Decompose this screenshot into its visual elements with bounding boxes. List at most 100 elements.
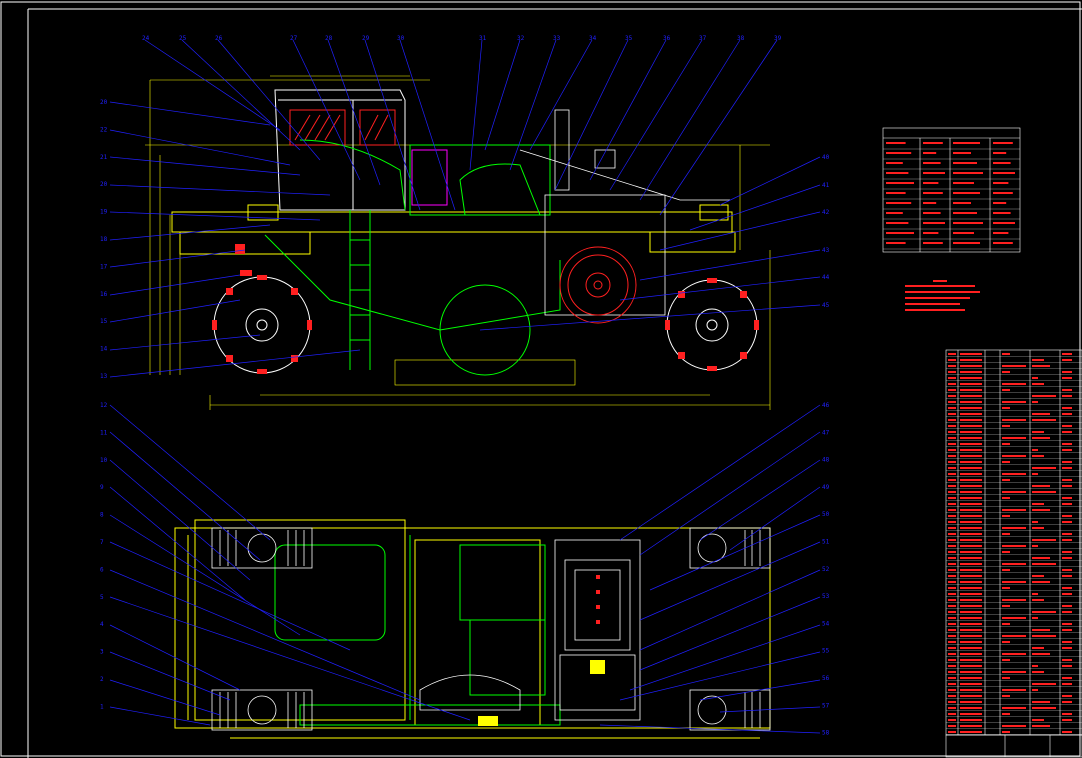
table-cell-text (953, 182, 974, 184)
callout-number: 10 (100, 457, 108, 464)
table-cell-text (1002, 389, 1010, 391)
table-cell-text (923, 242, 943, 244)
table-cell-text (1032, 539, 1056, 541)
table-cell-text (948, 599, 956, 601)
table-cell-text (1062, 521, 1072, 523)
table-cell-text (948, 383, 956, 385)
table-cell-text (886, 182, 914, 184)
table-cell-text (1002, 641, 1010, 643)
table-cell-text (953, 232, 974, 234)
table-cell-text (1032, 521, 1038, 523)
table-cell-text (960, 503, 982, 505)
table-cell-text (1062, 425, 1072, 427)
table-cell-text (1002, 479, 1010, 481)
table-cell-text (993, 202, 1007, 204)
table-cell-text (960, 383, 982, 385)
table-cell-text (960, 431, 982, 433)
table-cell-text (948, 557, 956, 559)
callout-number: 2 (100, 676, 104, 683)
table-cell-text (1032, 413, 1050, 415)
table-cell-text (948, 485, 956, 487)
table-cell-text (960, 479, 982, 481)
table-cell-text (1062, 377, 1072, 379)
callout-number: 53 (822, 593, 830, 600)
table-cell-text (923, 192, 943, 194)
table-cell-text (1062, 611, 1072, 613)
table-cell-text (1062, 701, 1072, 703)
table-cell-text (948, 353, 956, 355)
callout-number: 28 (325, 35, 333, 42)
table-cell-text (960, 701, 982, 703)
table-cell-text (1032, 431, 1044, 433)
table-cell-text (1032, 707, 1056, 709)
table-cell-text (948, 551, 956, 553)
callout-number: 38 (737, 35, 745, 42)
table-cell-text (948, 395, 956, 397)
table-cell-text (1062, 353, 1072, 355)
callout-number: 45 (822, 302, 830, 309)
table-cell-text (960, 425, 982, 427)
table-cell-text (948, 449, 956, 451)
table-cell-text (1062, 623, 1072, 625)
table-cell-text (960, 413, 982, 415)
table-cell-text (1032, 365, 1050, 367)
callout-number: 22 (100, 126, 108, 133)
table-cell-text (1062, 557, 1072, 559)
table-cell-text (1062, 659, 1072, 661)
table-cell-text (1002, 617, 1026, 619)
table-cell-text (948, 719, 956, 721)
table-cell-text (1062, 479, 1072, 481)
table-cell-text (960, 629, 982, 631)
table-cell-text (960, 707, 982, 709)
table-cell-text (993, 172, 1015, 174)
table-cell-text (960, 617, 982, 619)
table-cell-text (1062, 497, 1072, 499)
table-cell-text (960, 533, 982, 535)
table-cell-text (960, 695, 982, 697)
table-cell-text (1032, 617, 1038, 619)
table-cell-text (1062, 461, 1072, 463)
table-cell-text (948, 389, 956, 391)
table-cell-text (948, 545, 956, 547)
callout-number: 52 (822, 566, 830, 573)
table-cell-text (960, 551, 982, 553)
table-cell-text (1062, 629, 1072, 631)
callout-number: 25 (179, 35, 187, 42)
table-cell-text (960, 401, 982, 403)
table-cell-text (1032, 449, 1038, 451)
table-cell-text (1032, 377, 1038, 379)
callout-number: 41 (822, 182, 830, 189)
table-cell-text (1002, 527, 1026, 529)
table-cell-text (886, 152, 912, 154)
table-cell-text (1002, 653, 1026, 655)
table-cell-text (1002, 455, 1026, 457)
table-cell-text (960, 593, 982, 595)
table-cell-text (1002, 707, 1026, 709)
table-cell-text (953, 192, 980, 194)
table-cell-text (1002, 671, 1026, 673)
table-cell-text (1032, 527, 1044, 529)
callout-number: 29 (362, 35, 370, 42)
table-cell-text (960, 539, 982, 541)
table-cell-text (953, 172, 983, 174)
table-cell-text (1062, 389, 1072, 391)
callout-number: 36 (663, 35, 671, 42)
table-cell-text (1062, 539, 1072, 541)
table-cell-text (960, 377, 982, 379)
callout-number: 20 (100, 99, 108, 106)
table-cell-text (1002, 461, 1010, 463)
table-cell-text (993, 242, 1013, 244)
table-cell-text (960, 497, 982, 499)
table-cell-text (960, 719, 982, 721)
table-cell-text (960, 677, 982, 679)
table-cell-text (1032, 503, 1044, 505)
table-cell-text (948, 575, 956, 577)
table-cell-text (960, 599, 982, 601)
table-cell-text (1062, 395, 1072, 397)
table-cell-text (960, 455, 982, 457)
table-cell-text (948, 617, 956, 619)
table-cell-text (1062, 371, 1072, 373)
callout-number: 7 (100, 539, 104, 546)
table-cell-text (948, 659, 956, 661)
table-cell-text (886, 142, 906, 144)
